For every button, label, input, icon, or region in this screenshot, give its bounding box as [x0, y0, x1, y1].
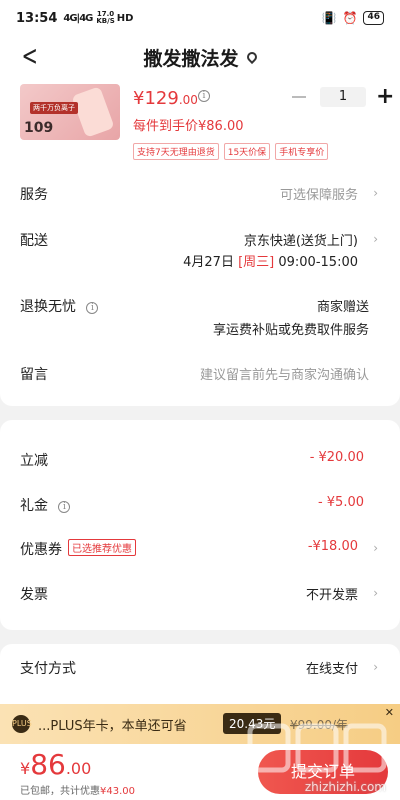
shipping-text: 已包邮 [20, 786, 50, 797]
quantity-value[interactable]: 1 [320, 87, 366, 107]
chevron-right-icon[interactable]: › [373, 232, 378, 246]
plus-logo-icon: PLUS [12, 715, 32, 733]
discount-card: 立减 - ¥20.00 礼金 i - ¥5.00 优惠券 已选推荐优惠 -¥18.… [0, 420, 400, 630]
info-icon[interactable]: i [86, 302, 99, 314]
return-label: 退换无忧 i [20, 296, 99, 316]
tag-mobile-price: 手机专享价 [275, 143, 329, 160]
hd-icon: HD [116, 12, 134, 24]
note-input[interactable]: 建议留言前先与商家沟通确认 [200, 364, 369, 383]
alarm-icon: ⏰ [342, 11, 358, 25]
price-info-icon[interactable]: i [198, 90, 210, 102]
coupon-label: 优惠券 已选推荐优惠 [20, 539, 136, 559]
net-speed-unit: KB/S [96, 17, 115, 25]
coupon-label-text: 优惠券 [20, 542, 62, 558]
quantity-stepper: 1 + [292, 86, 394, 108]
payment-label: 支付方式 [20, 661, 76, 677]
payment-value[interactable]: 在线支付 [306, 658, 358, 677]
tag-return: 支持7天无理由退货 [133, 143, 219, 160]
delivery-label: 配送 [20, 233, 48, 249]
product-image-price: 109 [24, 120, 54, 136]
coupon-value[interactable]: -¥18.00 [308, 539, 358, 554]
signal-icon: 4G|4G [63, 12, 93, 24]
product-image[interactable]: 两千万负离子 109 [20, 84, 120, 140]
delivery-date-pre: 4月27日 [183, 255, 239, 270]
minus-icon[interactable] [292, 96, 306, 98]
service-label: 服务 [20, 187, 48, 203]
gift-value: - ¥5.00 [317, 495, 364, 510]
return-line2: 享运费补贴或免费取件服务 [212, 323, 369, 338]
status-time: 13:54 [16, 10, 58, 26]
close-icon[interactable]: ✕ [385, 706, 394, 719]
price-int: 129 [144, 88, 179, 109]
coupon-tag: 已选推荐优惠 [68, 539, 136, 556]
delivery-date[interactable]: 4月27日 [周三] 09:00-15:00 [183, 251, 358, 270]
plus-banner-text: ...PLUS年卡，本单还可省 [38, 718, 187, 734]
saved-text: ，共计优惠 [50, 786, 100, 797]
battery-icon: 46 [363, 11, 384, 25]
delivery-time: 09:00-15:00 [274, 255, 358, 270]
info-icon[interactable]: i [58, 501, 71, 513]
nav-bar: < 撒发撒法发 [0, 36, 400, 78]
invoice-value[interactable]: 不开发票 [306, 584, 358, 603]
return-line1: 商家赠送 [316, 300, 369, 315]
delivery-value[interactable]: 京东快递(送货上门) [244, 230, 358, 249]
page-title: 撒发撒法发 [143, 47, 239, 70]
chevron-right-icon[interactable]: › [373, 541, 378, 555]
product-price: ¥129.00 [133, 88, 198, 109]
hand-price: 每件到手价¥86.00 [133, 119, 244, 134]
total-dec: .00 [65, 759, 92, 778]
plus-icon[interactable]: + [376, 86, 394, 108]
total-currency: ¥ [20, 759, 31, 778]
chevron-right-icon[interactable]: › [373, 660, 378, 674]
gift-label: 礼金 i [20, 495, 71, 515]
vibrate-icon: 📳 [321, 11, 337, 25]
payment-card: 支付方式 在线支付 › [0, 644, 400, 704]
invoice-label: 发票 [20, 587, 48, 603]
instant-label: 立减 [20, 453, 48, 469]
plus-old-price: ¥99.00/年 [290, 718, 349, 732]
watermark-text: zhizhizhi.com [304, 780, 386, 794]
location-pin-icon[interactable] [244, 49, 259, 65]
back-icon[interactable]: < [22, 42, 38, 70]
price-dec: .00 [178, 93, 198, 107]
delivery-weekday: [周三] [238, 255, 275, 270]
service-tags: 支持7天无理由退货 15天价保 手机专享价 [133, 143, 329, 160]
order-card: 两千万负离子 109 ¥129.00 i 1 + 每件到手价¥86.00 支持7… [0, 78, 400, 406]
tag-price-protect: 15天价保 [223, 143, 271, 160]
note-label: 留言 [20, 367, 48, 383]
return-label-text: 退换无忧 [20, 299, 76, 315]
chevron-right-icon[interactable]: › [373, 586, 378, 600]
chevron-right-icon[interactable]: › [373, 186, 378, 200]
savings-summary: 已包邮，共计优惠¥43.00 [20, 782, 135, 797]
saved-amount: ¥43.00 [100, 786, 135, 797]
status-bar: 13:54 4G|4G 17.0 KB/S HD 📳 ⏰ 46 [0, 0, 400, 36]
net-speed: 17.0 KB/S [96, 11, 114, 25]
price-currency: ¥ [133, 88, 145, 109]
plus-banner[interactable]: PLUS ...PLUS年卡，本单还可省 20.43元 ¥99.00/年 ✕ [0, 704, 400, 744]
service-value[interactable]: 可选保障服务 [280, 184, 358, 203]
plus-save-button[interactable]: 20.43元 [223, 713, 282, 734]
product-image-badge: 两千万负离子 [30, 102, 78, 114]
total-int: 86 [30, 748, 66, 781]
total-price: ¥86.00 [20, 748, 91, 781]
instant-value: - ¥20.00 [309, 450, 364, 465]
gift-label-text: 礼金 [20, 498, 48, 514]
